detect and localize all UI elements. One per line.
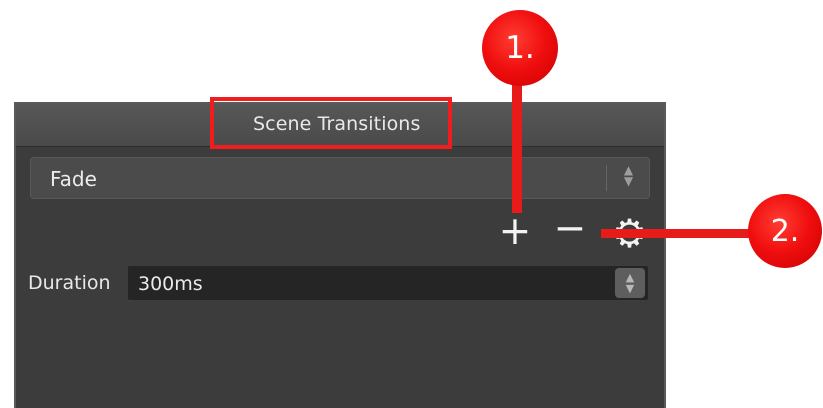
transition-select[interactable]: Fade ▲ ▼ [30,157,650,199]
minus-icon[interactable]: − [549,209,591,251]
duration-value: 300ms [138,273,203,295]
title-highlight-box [210,97,452,149]
duration-label: Duration [28,272,111,294]
duration-field[interactable]: 300ms ▲ ▼ [127,265,649,301]
transition-select-value: Fade [50,167,97,191]
chevron-up-down-icon[interactable]: ▲ ▼ [620,164,637,193]
stepper-up-down-icon[interactable]: ▲ ▼ [615,268,645,298]
screenshot-stage: Scene Transitions Fade ▲ ▼ + − ⚙ Duratio… [0,0,823,408]
select-divider [606,165,607,191]
callout-marker-2: 2. [748,194,822,268]
plus-icon[interactable]: + [495,212,535,252]
callout-marker-1: 1. [482,10,558,86]
callout-line-2 [601,229,771,238]
